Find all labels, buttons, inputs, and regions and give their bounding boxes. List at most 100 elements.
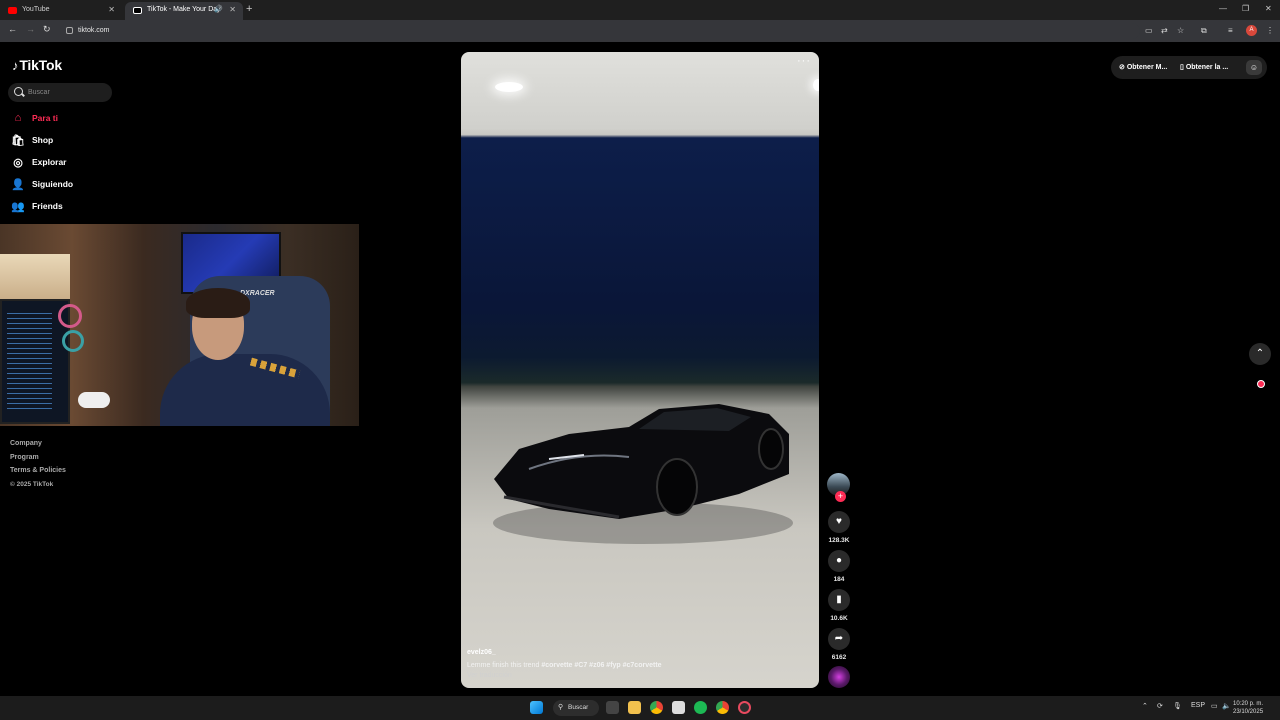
taskbar-search-label: Buscar	[568, 704, 589, 711]
tab-bar: YouTube ✕ TikTok - Make Your Day 🔊 ✕ + —…	[0, 0, 1280, 20]
forward-button[interactable]: →	[26, 24, 35, 34]
home-icon: ⌂	[14, 112, 22, 124]
translate-icon[interactable]: ⇄	[1161, 26, 1168, 35]
tab-title: YouTube	[22, 6, 50, 13]
footer-link-program[interactable]: Program	[10, 454, 66, 468]
taskbar-search[interactable]: ⚲ Buscar	[553, 700, 599, 716]
close-window-button[interactable]: ✕	[1265, 4, 1272, 13]
caption-hashtags[interactable]: #corvette #C7 #z06 #fyp #c7corvette	[541, 662, 661, 669]
music-disc[interactable]	[828, 666, 850, 688]
webcam-overlay: DXRACER	[0, 224, 359, 426]
chevron-up-icon: ⌃	[1255, 348, 1265, 359]
chrome-icon[interactable]	[650, 701, 663, 714]
comment-icon: ●	[835, 555, 843, 566]
live-badge-icon[interactable]	[1257, 380, 1265, 388]
reading-list-icon[interactable]: ≡	[1228, 26, 1233, 35]
video-player[interactable]: ··· evelz06_ Lemme finish this trend #co…	[461, 52, 819, 688]
volume-icon[interactable]: 🔈	[1222, 702, 1231, 710]
user-profile-icon[interactable]: ☺	[1246, 60, 1262, 75]
video-caption: Lemme finish this trend #corvette #C7 #z…	[467, 662, 662, 669]
back-button[interactable]: ←	[8, 24, 17, 34]
nav-explorar[interactable]: ◎ Explorar	[11, 154, 67, 170]
logo-text: TikTok	[19, 57, 62, 73]
webcam-rgb-fan	[62, 330, 84, 352]
chrome-active-icon[interactable]	[716, 701, 729, 714]
webcam-rgb-fan	[58, 304, 82, 328]
system-clock[interactable]: 10:20 p. m. 23/10/2025	[1233, 700, 1263, 716]
comment-count: 184	[833, 576, 845, 583]
language-indicator[interactable]: ESP	[1191, 702, 1205, 709]
minimize-button[interactable]: —	[1219, 4, 1227, 13]
nav-para-ti[interactable]: ⌂ Para ti	[11, 110, 58, 126]
calendar-app-icon[interactable]	[672, 701, 685, 714]
close-icon[interactable]: ✕	[229, 2, 236, 18]
tab-youtube[interactable]: YouTube ✕	[0, 2, 122, 20]
webcam-controller	[78, 392, 110, 408]
get-app-label: Obtener la ...	[1185, 64, 1229, 71]
heart-icon: ♥	[836, 516, 842, 527]
sync-icon[interactable]: ⟳	[1157, 702, 1163, 710]
sidebar-footer: Company Program Terms & Policies © 2025 …	[10, 440, 66, 494]
more-options-icon[interactable]: ···	[797, 55, 811, 67]
nav-friends[interactable]: 👥 Friends	[11, 198, 63, 214]
cast-icon[interactable]: ▭	[1145, 26, 1153, 35]
nav-siguiendo[interactable]: 👤 Siguiendo	[11, 176, 73, 192]
following-icon: 👤	[11, 178, 25, 191]
extensions-icon[interactable]: ⧉	[1201, 26, 1207, 36]
comment-button[interactable]: ●	[828, 550, 850, 572]
url-text[interactable]: tiktok.com	[78, 27, 110, 34]
bookmark-star-icon[interactable]: ☆	[1177, 26, 1184, 35]
previous-video-button[interactable]: ⌃	[1249, 343, 1271, 365]
follow-button[interactable]: +	[835, 491, 846, 502]
nav-label: Friends	[32, 201, 63, 211]
get-app-button[interactable]: ▯ Obtener la ...	[1180, 63, 1228, 71]
maximize-button[interactable]: ❐	[1242, 4, 1249, 13]
video-ceiling-light	[813, 79, 819, 91]
spotify-icon[interactable]	[694, 701, 707, 714]
network-icon[interactable]: ▭	[1211, 702, 1218, 710]
video-username[interactable]: evelz06_	[467, 649, 496, 656]
new-tab-button[interactable]: +	[246, 3, 252, 15]
compass-icon: ◎	[13, 156, 23, 169]
youtube-icon	[8, 7, 17, 14]
profile-avatar[interactable]: A	[1246, 25, 1257, 36]
site-info-icon[interactable]	[66, 27, 73, 34]
get-coins-button[interactable]: ⊘ Obtener M...	[1119, 63, 1167, 71]
nav-shop[interactable]: 🛍 Shop	[11, 132, 53, 148]
share-count: 6162	[831, 654, 847, 661]
tiktok-logo[interactable]: ♪TikTok	[12, 57, 62, 73]
webcam-person-body	[160, 354, 330, 426]
like-button[interactable]: ♥	[828, 511, 850, 533]
nav-label: Explorar	[32, 157, 67, 167]
reload-button[interactable]: ↻	[43, 24, 51, 35]
show-hidden-icons[interactable]: ⌃	[1142, 702, 1148, 710]
share-button[interactable]: ➦	[828, 628, 850, 650]
like-count: 128.3K	[828, 537, 850, 544]
caption-text: Lemme finish this trend	[467, 662, 542, 669]
get-coins-label: Obtener M...	[1126, 64, 1168, 71]
menu-icon[interactable]: ⋮	[1266, 26, 1274, 35]
search-input[interactable]	[28, 86, 108, 99]
video-corvette-car	[494, 404, 789, 519]
file-explorer-icon[interactable]	[628, 701, 641, 714]
see-translation-link[interactable]: Ver traducción	[467, 672, 512, 679]
speaker-icon[interactable]: 🔊	[214, 2, 223, 18]
save-button[interactable]: ▮	[828, 589, 850, 611]
tiktok-icon	[133, 7, 142, 14]
mic-icon[interactable]: 🎙	[1173, 702, 1182, 710]
task-view-icon[interactable]	[606, 701, 619, 714]
windows-start-icon[interactable]	[530, 701, 543, 714]
tiktok-note-icon: ♪	[12, 58, 19, 73]
webcam-person-hair	[186, 288, 250, 318]
tab-tiktok[interactable]: TikTok - Make Your Day 🔊 ✕	[125, 2, 243, 20]
close-icon[interactable]: ✕	[108, 2, 115, 18]
search-box[interactable]	[8, 83, 112, 102]
bookmark-icon: ▮	[836, 594, 842, 605]
footer-link-company[interactable]: Company	[10, 440, 66, 454]
app-icon[interactable]	[738, 701, 751, 714]
video-ceiling-light	[495, 82, 523, 92]
shop-icon: 🛍	[11, 134, 25, 147]
footer-link-terms[interactable]: Terms & Policies	[10, 467, 66, 481]
address-bar[interactable]	[60, 23, 1140, 39]
phone-icon: ▯	[1180, 64, 1184, 71]
